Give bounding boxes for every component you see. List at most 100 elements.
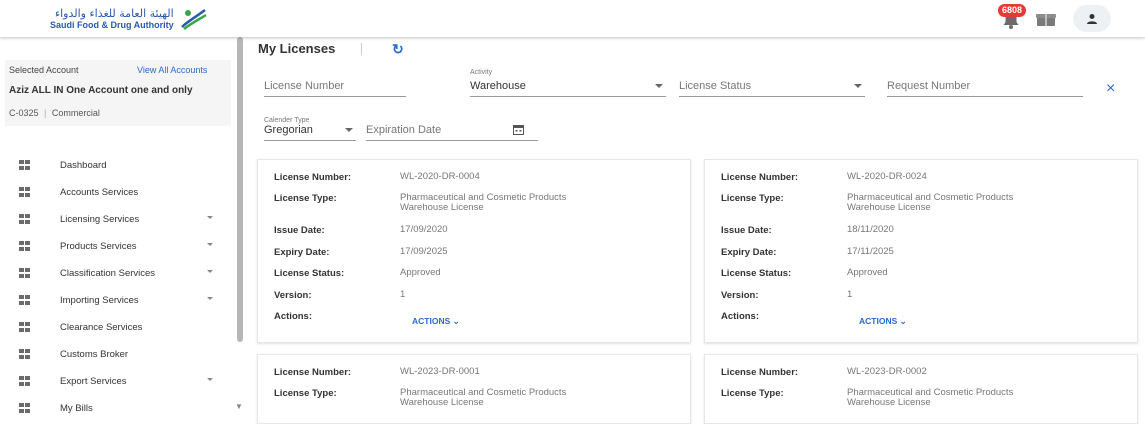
license-type-line-2: Warehouse License xyxy=(400,202,484,213)
license-number-value: WL-2023-DR-0002 xyxy=(847,366,927,377)
activity-label: Activity xyxy=(470,69,493,76)
grid-icon xyxy=(19,403,30,413)
selected-account-label: Selected Account xyxy=(9,65,79,75)
sidebar-scrollbar[interactable] xyxy=(237,37,243,342)
license-number-label: License Number: xyxy=(721,367,799,378)
license-status-value: Approved xyxy=(400,267,441,278)
title-divider xyxy=(361,43,362,55)
license-type-label: License Type: xyxy=(274,193,337,204)
sidebar-item-export-services[interactable]: Export Services xyxy=(0,368,236,395)
license-type-label: License Type: xyxy=(721,388,784,399)
chevron-down-icon: ⌄ xyxy=(452,316,460,326)
sidebar-menu: Dashboard Accounts Services Licensing Se… xyxy=(0,152,236,422)
dropdown-arrow-icon xyxy=(854,84,862,88)
grid-icon xyxy=(19,214,30,224)
sidebar-item-label: Export Services xyxy=(60,376,127,387)
user-icon xyxy=(1087,13,1097,24)
sidebar: Selected Account View All Accounts Aziz … xyxy=(0,37,236,415)
license-number-value: WL-2020-DR-0024 xyxy=(847,171,927,182)
license-type-value: Pharmaceutical and Cosmetic Products War… xyxy=(400,388,566,408)
actions-button[interactable]: ACTIONS ⌄ xyxy=(859,316,907,327)
calendar-type-select[interactable]: Calender Type Gregorian xyxy=(264,117,356,141)
account-name: Aziz ALL IN One Account one and only xyxy=(9,85,193,96)
sidebar-item-label: Products Services xyxy=(60,241,137,252)
license-number-label: License Number: xyxy=(721,172,799,183)
version-value: 1 xyxy=(400,289,406,300)
sidebar-item-label: Classification Services xyxy=(60,268,156,279)
sidebar-item-my-bills[interactable]: My Bills xyxy=(0,395,236,422)
user-avatar-button[interactable] xyxy=(1073,5,1111,32)
expiry-date-label: Expiry Date: xyxy=(274,247,330,258)
sidebar-item-classification-services[interactable]: Classification Services xyxy=(0,260,236,287)
license-status-value: Approved xyxy=(847,267,888,278)
sidebar-item-customs-broker[interactable]: Customs Broker xyxy=(0,341,236,368)
notification-count-badge: 6808 xyxy=(998,4,1027,17)
sidebar-item-dashboard[interactable]: Dashboard xyxy=(0,152,236,179)
license-number-input[interactable]: License Number xyxy=(264,77,406,97)
grid-icon xyxy=(19,160,30,170)
grid-icon xyxy=(19,187,30,197)
refresh-icon[interactable]: ↻ xyxy=(392,41,404,58)
license-type-line-2: Warehouse License xyxy=(400,397,484,408)
actions-button[interactable]: ACTIONS ⌄ xyxy=(412,316,460,327)
logo-english-text: Saudi Food & Drug Authority xyxy=(50,20,174,30)
license-type-label: License Type: xyxy=(274,388,337,399)
grid-icon xyxy=(19,322,30,332)
sidebar-item-label: Clearance Services xyxy=(60,322,143,333)
expiry-date-label: Expiry Date: xyxy=(721,247,777,258)
license-number-label: License Number: xyxy=(274,367,352,378)
sidebar-item-accounts-services[interactable]: Accounts Services xyxy=(0,179,236,206)
license-type-line-2: Warehouse License xyxy=(847,397,931,408)
sidebar-item-products-services[interactable]: Products Services xyxy=(0,233,236,260)
sidebar-item-label: Dashboard xyxy=(60,160,107,171)
license-card: License Number: WL-2023-DR-0001 License … xyxy=(257,354,691,424)
license-type-line-2: Warehouse License xyxy=(847,202,931,213)
license-type-value: Pharmaceutical and Cosmetic Products War… xyxy=(400,193,566,213)
sfda-logo[interactable]: الهيئة العامة للغذاء والدواء Saudi Food … xyxy=(50,7,208,31)
grid-icon xyxy=(19,241,30,251)
sidebar-item-label: My Bills xyxy=(60,403,93,414)
license-card: License Number: WL-2020-DR-0024 License … xyxy=(704,159,1138,343)
chevron-down-icon xyxy=(207,270,213,273)
license-status-label: License Status: xyxy=(274,268,345,279)
grid-icon xyxy=(19,295,30,305)
license-type-value: Pharmaceutical and Cosmetic Products War… xyxy=(847,388,1013,408)
calendar-type-label: Calender Type xyxy=(264,117,310,124)
selected-account-panel: Selected Account View All Accounts Aziz … xyxy=(5,60,231,126)
issue-date-value: 18/11/2020 xyxy=(847,224,894,235)
scroll-down-arrow-icon[interactable]: ▼ xyxy=(235,402,243,411)
license-type-value: Pharmaceutical and Cosmetic Products War… xyxy=(847,193,1013,213)
actions-label: Actions: xyxy=(274,311,312,322)
clear-filters-icon[interactable]: × xyxy=(1106,80,1115,98)
chevron-down-icon xyxy=(207,378,213,381)
issue-date-label: Issue Date: xyxy=(721,225,772,236)
grid-icon xyxy=(19,268,30,278)
expiration-date-placeholder: Expiration Date xyxy=(366,124,442,136)
request-number-placeholder: Request Number xyxy=(887,80,971,92)
chevron-down-icon xyxy=(207,297,213,300)
sidebar-item-importing-services[interactable]: Importing Services xyxy=(0,287,236,314)
main-content: My Licenses ↻ License Number Activity Wa… xyxy=(244,37,1145,424)
account-code-row: C-0325 | Commercial xyxy=(9,108,100,118)
sidebar-item-label: Customs Broker xyxy=(60,349,129,360)
logo-arabic-text: الهيئة العامة للغذاء والدواء xyxy=(54,7,174,20)
grid-icon xyxy=(19,349,30,359)
sidebar-item-licensing-services[interactable]: Licensing Services xyxy=(0,206,236,233)
issue-date-value: 17/09/2020 xyxy=(400,224,448,235)
sidebar-item-label: Importing Services xyxy=(60,295,139,306)
gift-box-icon[interactable] xyxy=(1036,11,1056,27)
sidebar-item-label: Accounts Services xyxy=(60,187,139,198)
license-status-select[interactable]: License Status xyxy=(679,77,865,97)
sidebar-item-clearance-services[interactable]: Clearance Services xyxy=(0,314,236,341)
view-all-accounts-link[interactable]: View All Accounts xyxy=(137,65,207,75)
license-number-placeholder: License Number xyxy=(264,80,345,92)
activity-select[interactable]: Activity Warehouse xyxy=(470,69,666,97)
expiration-date-input[interactable]: Expiration Date xyxy=(366,121,538,141)
request-number-input[interactable]: Request Number xyxy=(887,77,1083,97)
calendar-icon[interactable] xyxy=(513,124,524,135)
chevron-down-icon: ⌄ xyxy=(899,316,907,326)
account-type: Commercial xyxy=(51,108,100,118)
calendar-type-value: Gregorian xyxy=(264,124,313,136)
version-value: 1 xyxy=(847,289,853,300)
dropdown-arrow-icon xyxy=(655,84,663,88)
